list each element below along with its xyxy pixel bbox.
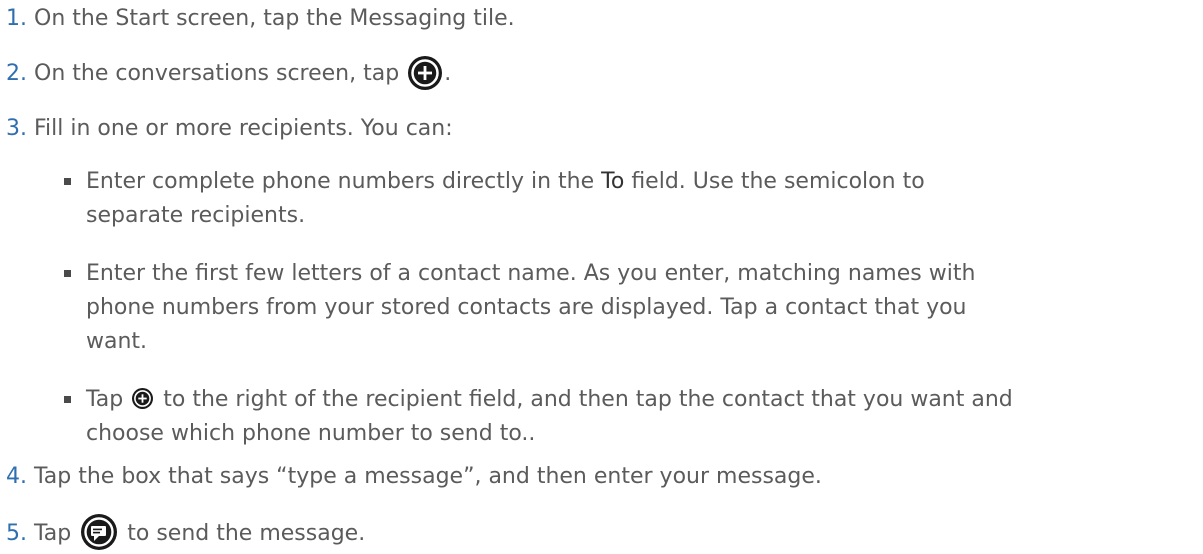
instruction-document: 1. On the Start screen, tap the Messagin… (0, 0, 1203, 554)
step-4: 4. Tap the box that says “type a message… (6, 462, 822, 492)
step-number: 2. (6, 61, 27, 86)
bullet-line: Enter complete phone numbers directly in… (86, 169, 925, 194)
step-1: 1. On the Start screen, tap the Messagin… (6, 4, 515, 34)
send-icon (81, 514, 118, 550)
bullet-line: phone numbers from your stored contacts … (86, 295, 967, 320)
bullet-item-3: Tap to the right of the recipient field,… (86, 383, 1166, 451)
bullet-marker (64, 178, 71, 185)
step-text: On the Start screen, tap the Messaging t… (34, 6, 515, 31)
bullet-line: separate recipients. (86, 203, 306, 228)
step-text: On the conversations screen, tap (34, 61, 400, 86)
step-text: Tap (34, 521, 72, 546)
bullet-item-2: Enter the first few letters of a contact… (86, 257, 1166, 359)
add-circle-icon (408, 56, 443, 90)
bullet-line: Enter the first few letters of a contact… (86, 261, 976, 286)
bullet-line: want. (86, 329, 148, 354)
bullet-marker (64, 270, 71, 277)
bullet-item-1: Enter complete phone numbers directly in… (86, 165, 1166, 233)
step-text-end: to send the message. (127, 521, 366, 546)
add-circle-small-icon (132, 388, 154, 409)
step-number: 3. (6, 116, 27, 141)
step-number: 5. (6, 521, 27, 546)
step-number: 1. (6, 6, 27, 31)
step-text: Tap the box that says “type a message”, … (34, 464, 822, 489)
bullet-line: Tap to the right of the recipient field,… (86, 387, 1013, 412)
step-number: 4. (6, 464, 27, 489)
bullet-line: choose which phone number to send to.. (86, 421, 536, 446)
step-2: 2. On the conversations screen, tap . (6, 56, 451, 90)
step-5: 5. Tap to send the message. (6, 514, 365, 550)
to-field-label: To (601, 169, 625, 194)
bullet-marker (64, 396, 71, 403)
step-text: Fill in one or more recipients. You can: (34, 116, 453, 141)
step-text-end: . (444, 61, 452, 86)
step-3: 3. Fill in one or more recipients. You c… (6, 114, 453, 144)
